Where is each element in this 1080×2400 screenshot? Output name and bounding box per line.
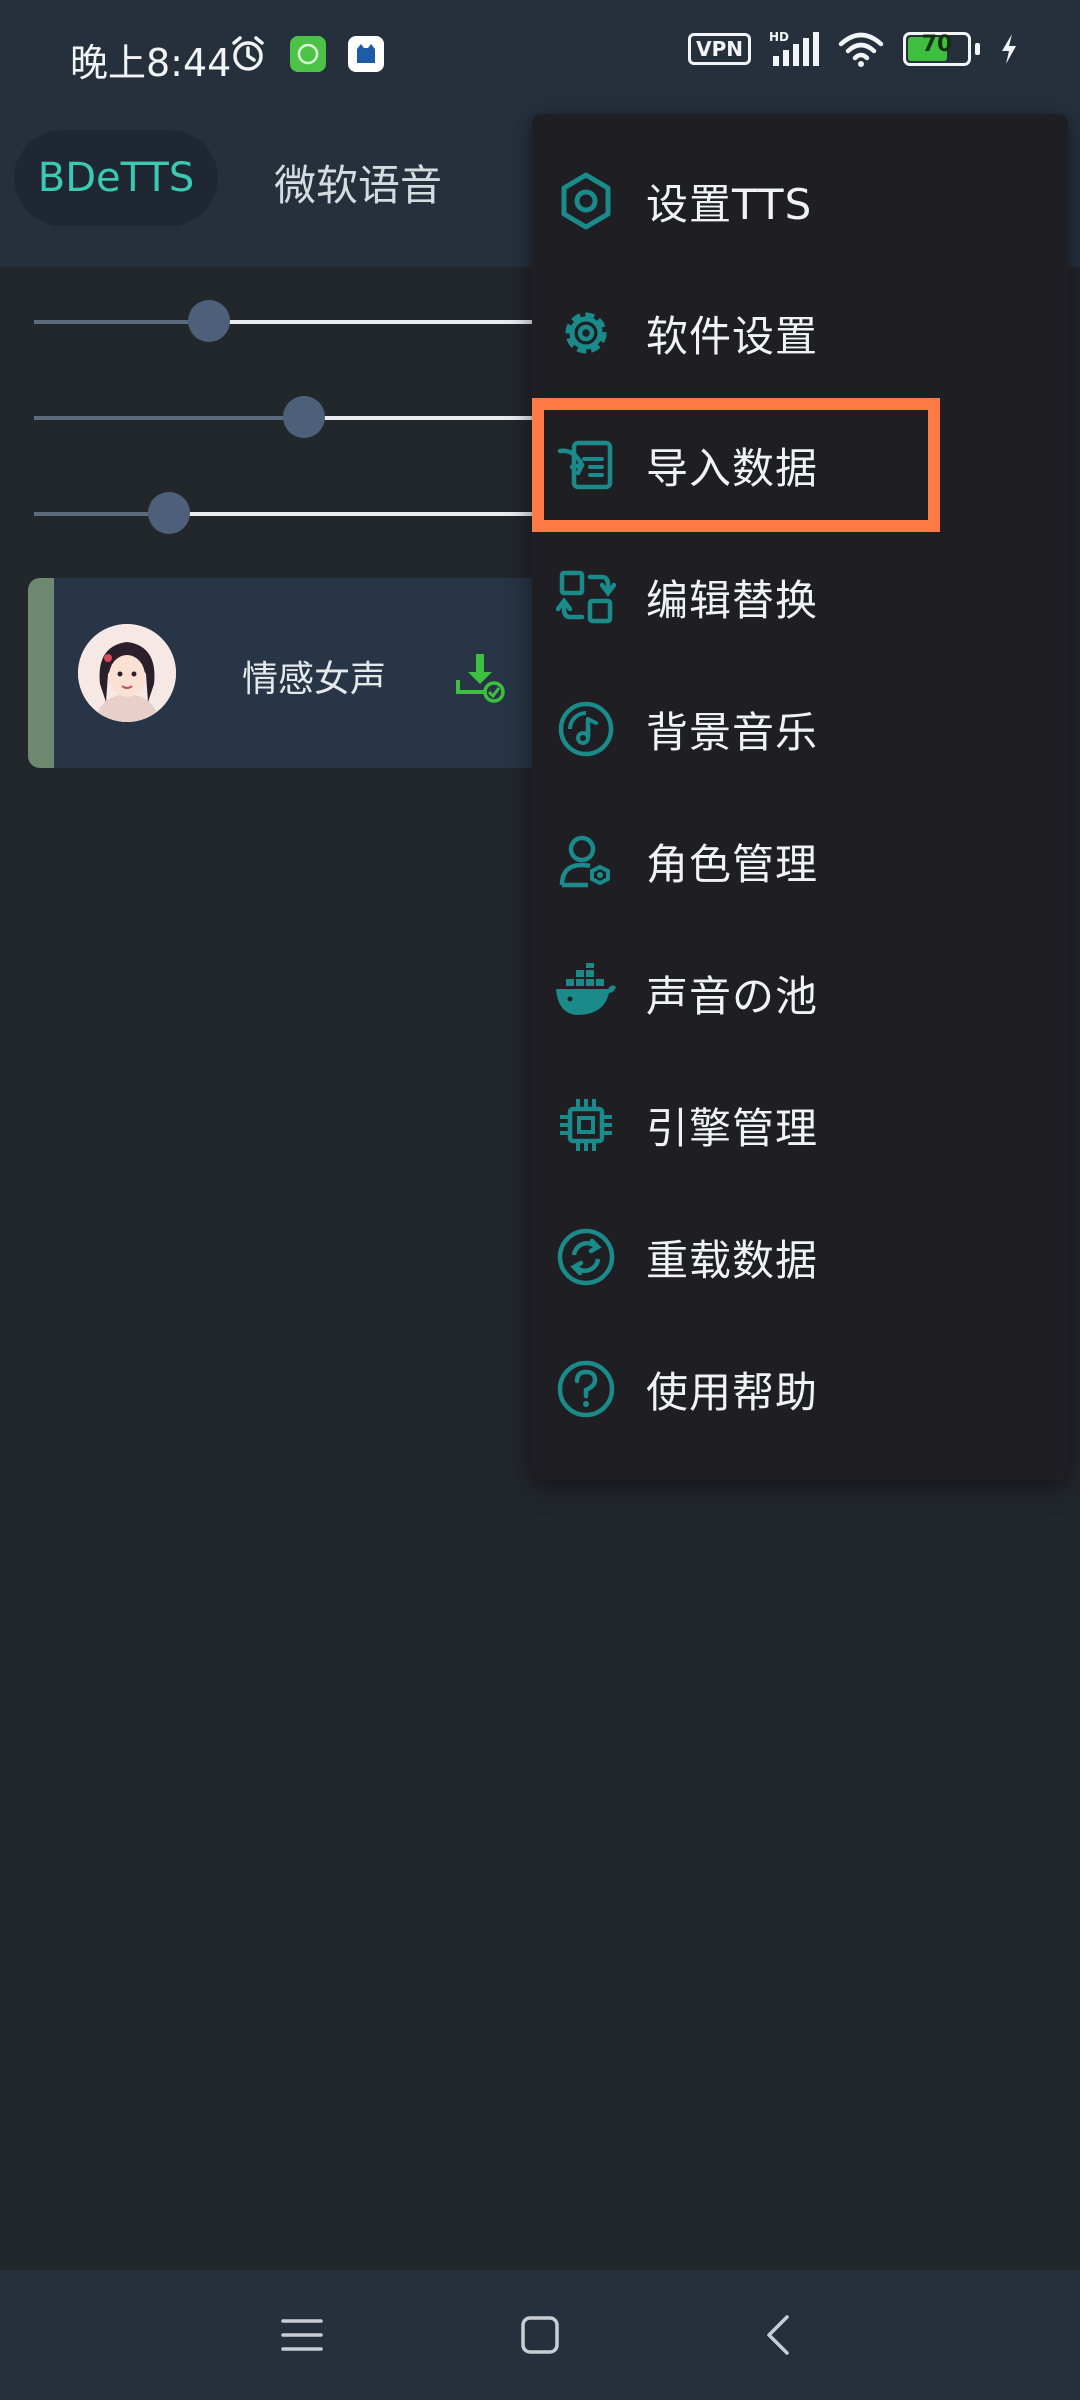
menu-item-label: 角色管理 [646,839,819,889]
import-icon [554,433,618,497]
status-system-icons: VPN HD 70 [688,30,1020,68]
menu-item-label: 引擎管理 [646,1103,819,1153]
cat-app-icon [348,36,384,72]
wifi-icon [838,32,884,67]
back-chevron-icon [767,2315,789,2355]
downloaded-icon[interactable] [454,650,508,704]
wechat-app-icon [290,36,326,72]
hamburger-icon [281,2319,323,2351]
menu-item-label: 声音の池 [646,971,819,1021]
menu-item-set-tts[interactable]: 设置TTS [532,135,1068,267]
gear-icon [554,301,618,365]
user-settings-icon [554,829,618,893]
voice-name: 情感女声 [242,659,387,700]
home-square-icon [521,2316,559,2354]
network-type-label: HD [769,30,789,44]
slider-thumb[interactable] [148,492,190,534]
slider-track-filled [34,320,209,324]
music-disc-icon [554,697,618,761]
menu-item-label: 设置TTS [646,179,813,229]
navigation-bar [0,2270,1080,2400]
hexagon-settings-icon [554,169,618,233]
menu-item-background-music[interactable]: 背景音乐 [532,663,1068,795]
menu-nav-button[interactable] [272,2310,332,2360]
avatar-illustration [78,624,176,722]
menu-item-import-data[interactable]: 导入数据 [532,399,1068,531]
card-accent-bar [28,578,54,768]
status-time: 晚上8:44 [70,41,232,85]
menu-item-label: 使用帮助 [646,1367,819,1417]
replace-icon [554,565,618,629]
avatar [78,624,176,722]
menu-item-label: 重载数据 [646,1235,819,1285]
menu-item-app-settings[interactable]: 软件设置 [532,267,1068,399]
menu-item-engine-management[interactable]: 引擎管理 [532,1059,1068,1191]
signal-icon: HD [769,30,819,66]
home-nav-button[interactable] [510,2310,570,2360]
speed-slider[interactable] [34,300,534,342]
menu-item-label: 编辑替换 [646,575,819,625]
slider-thumb[interactable] [283,396,325,438]
reload-icon [554,1225,618,1289]
volume-slider[interactable] [34,396,534,438]
menu-item-reload-data[interactable]: 重载数据 [532,1191,1068,1323]
slider-thumb[interactable] [188,300,230,342]
overflow-menu: 设置TTS 软件设置 导入数据 编辑替换 背景音乐 角色管理 声音の池 引擎管理… [532,114,1068,1480]
menu-item-role-management[interactable]: 角色管理 [532,795,1068,927]
menu-item-edit-replace[interactable]: 编辑替换 [532,531,1068,663]
charging-icon [1002,34,1016,64]
status-bar: 晚上8:44 VPN HD 70 [0,0,1080,112]
slider-track-empty [169,512,534,516]
pitch-slider[interactable] [34,492,534,534]
battery-icon: 70 [903,32,971,66]
slider-track-filled [34,416,304,420]
status-notification-icons [228,34,384,74]
help-icon [554,1357,618,1421]
battery-level: 70 [921,32,953,57]
menu-item-label: 背景音乐 [646,707,819,757]
vpn-badge: VPN [688,33,751,65]
tab-bdetts[interactable]: BDeTTS [14,130,218,226]
battery-tip [975,43,980,55]
tab-microsoft-voice[interactable]: 微软语音 [274,152,442,213]
voice-card[interactable]: 情感女声 [28,578,548,768]
back-nav-button[interactable] [748,2310,808,2360]
slider-track-empty [304,416,534,420]
menu-item-label: 软件设置 [646,311,819,361]
docker-whale-icon [554,961,618,1025]
alarm-icon [232,36,264,71]
chip-icon [554,1093,618,1157]
slider-track-empty [209,320,534,324]
menu-item-voice-pool[interactable]: 声音の池 [532,927,1068,1059]
menu-item-help[interactable]: 使用帮助 [532,1323,1068,1455]
menu-item-label: 导入数据 [646,443,819,493]
